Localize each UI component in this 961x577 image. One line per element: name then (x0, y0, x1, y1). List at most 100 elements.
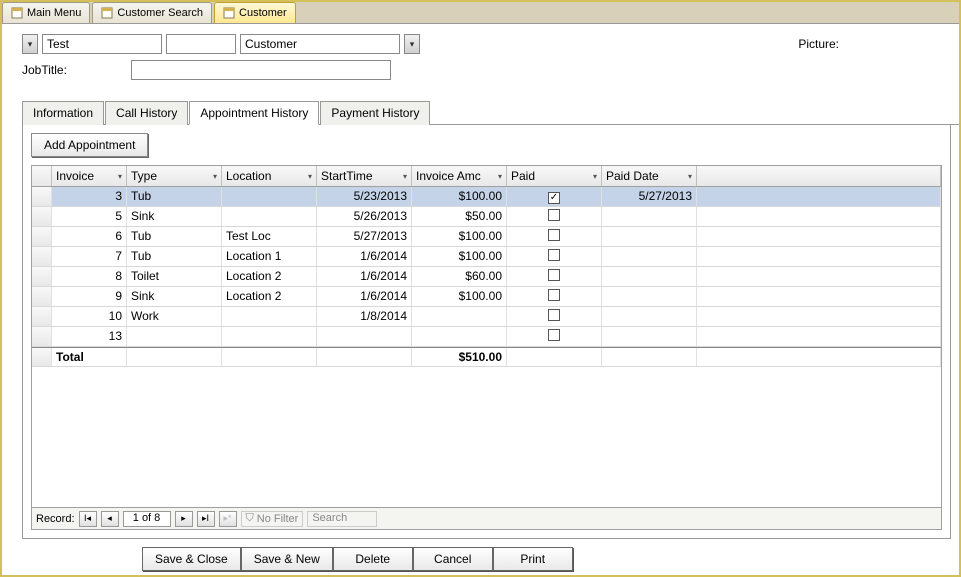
cell-location[interactable] (222, 187, 317, 206)
cell-location[interactable]: Test Loc (222, 227, 317, 246)
cell-paid-date[interactable]: 5/27/2013 (602, 187, 697, 206)
row-selector[interactable] (32, 267, 52, 286)
table-row[interactable]: 3Tub5/23/2013$100.00✓5/27/2013 (32, 187, 941, 207)
cell-type[interactable]: Sink (127, 207, 222, 226)
cell-location[interactable]: Location 2 (222, 287, 317, 306)
cell-starttime[interactable]: 5/26/2013 (317, 207, 412, 226)
cell-invoice[interactable]: 8 (52, 267, 127, 286)
paid-checkbox[interactable] (548, 229, 560, 241)
cell-location[interactable]: Location 1 (222, 247, 317, 266)
cell-paid-date[interactable] (602, 207, 697, 226)
suffix-dropdown[interactable] (404, 34, 420, 54)
cell-invoice[interactable]: 6 (52, 227, 127, 246)
cell-paid[interactable]: ✓ (507, 187, 602, 206)
nav-prev-button[interactable]: ◂ (101, 511, 119, 527)
cell-paid[interactable] (507, 247, 602, 266)
cell-paid[interactable] (507, 227, 602, 246)
cell-invoice-amt[interactable]: $100.00 (412, 287, 507, 306)
cell-invoice-amt[interactable]: $100.00 (412, 187, 507, 206)
cell-invoice-amt[interactable] (412, 307, 507, 326)
cell-invoice-amt[interactable]: $50.00 (412, 207, 507, 226)
nav-first-button[interactable]: I◂ (79, 511, 97, 527)
last-name-field[interactable]: Customer (240, 34, 400, 54)
col-header-invoice-amt[interactable]: Invoice Amc▾ (412, 166, 507, 186)
delete-button[interactable]: Delete (333, 547, 413, 571)
save-new-button[interactable]: Save & New (241, 547, 333, 571)
search-box[interactable]: Search (307, 511, 377, 527)
cell-type[interactable]: Toilet (127, 267, 222, 286)
paid-checkbox[interactable] (548, 249, 560, 261)
cell-invoice-amt[interactable] (412, 327, 507, 346)
first-name-field[interactable]: Test (42, 34, 162, 54)
tab-appointment-history[interactable]: Appointment History (189, 101, 319, 125)
nav-last-button[interactable]: ▸I (197, 511, 215, 527)
cell-invoice[interactable]: 9 (52, 287, 127, 306)
paid-checkbox[interactable] (548, 269, 560, 281)
table-row[interactable]: 5Sink 5/26/2013$50.00 (32, 207, 941, 227)
cell-invoice-amt[interactable]: $100.00 (412, 247, 507, 266)
col-header-invoice[interactable]: Invoice▾ (52, 166, 127, 186)
row-selector[interactable] (32, 327, 52, 346)
table-row[interactable]: 6TubTest Loc5/27/2013$100.00 (32, 227, 941, 247)
table-row[interactable]: 7TubLocation 11/6/2014$100.00 (32, 247, 941, 267)
cell-paid[interactable] (507, 267, 602, 286)
jobtitle-field[interactable] (131, 60, 391, 80)
tab-customer-search[interactable]: Customer Search (92, 2, 212, 23)
paid-checkbox[interactable]: ✓ (548, 192, 560, 204)
cell-paid-date[interactable] (602, 267, 697, 286)
row-selector[interactable] (32, 307, 52, 326)
nav-next-button[interactable]: ▸ (175, 511, 193, 527)
cell-paid[interactable] (507, 327, 602, 346)
cell-invoice[interactable]: 3 (52, 187, 127, 206)
cell-paid[interactable] (507, 287, 602, 306)
tab-payment-history[interactable]: Payment History (320, 101, 430, 125)
cell-paid-date[interactable] (602, 327, 697, 346)
cell-type[interactable]: Tub (127, 227, 222, 246)
row-selector[interactable] (32, 187, 52, 206)
cell-location[interactable] (222, 307, 317, 326)
tab-customer[interactable]: Customer (214, 2, 296, 23)
cell-type[interactable]: Sink (127, 287, 222, 306)
cell-type[interactable]: Work (127, 307, 222, 326)
cell-paid-date[interactable] (602, 247, 697, 266)
col-header-starttime[interactable]: StartTime▾ (317, 166, 412, 186)
paid-checkbox[interactable] (548, 309, 560, 321)
table-row[interactable]: 10Work 1/8/2014 (32, 307, 941, 327)
cell-starttime[interactable]: 1/8/2014 (317, 307, 412, 326)
cell-paid[interactable] (507, 307, 602, 326)
record-position[interactable]: 1 of 8 (123, 511, 171, 527)
paid-checkbox[interactable] (548, 289, 560, 301)
paid-checkbox[interactable] (548, 329, 560, 341)
cell-starttime[interactable]: 5/27/2013 (317, 227, 412, 246)
table-row[interactable]: 8ToiletLocation 21/6/2014$60.00 (32, 267, 941, 287)
cell-starttime[interactable]: 1/6/2014 (317, 267, 412, 286)
cell-paid-date[interactable] (602, 307, 697, 326)
cell-paid[interactable] (507, 207, 602, 226)
save-close-button[interactable]: Save & Close (142, 547, 241, 571)
nav-new-button[interactable]: ▸* (219, 511, 237, 527)
cell-paid-date[interactable] (602, 227, 697, 246)
print-button[interactable]: Print (493, 547, 573, 571)
row-selector[interactable] (32, 247, 52, 266)
cell-invoice[interactable]: 13 (52, 327, 127, 346)
cell-invoice-amt[interactable]: $60.00 (412, 267, 507, 286)
cell-invoice-amt[interactable]: $100.00 (412, 227, 507, 246)
add-appointment-button[interactable]: Add Appointment (31, 133, 148, 157)
cell-location[interactable] (222, 327, 317, 346)
cell-starttime[interactable]: 1/6/2014 (317, 287, 412, 306)
paid-checkbox[interactable] (548, 209, 560, 221)
cell-location[interactable] (222, 207, 317, 226)
cell-invoice[interactable]: 10 (52, 307, 127, 326)
col-header-location[interactable]: Location▾ (222, 166, 317, 186)
table-row[interactable]: 9SinkLocation 21/6/2014$100.00 (32, 287, 941, 307)
cell-starttime[interactable]: 1/6/2014 (317, 247, 412, 266)
row-selector[interactable] (32, 287, 52, 306)
col-header-paid-date[interactable]: Paid Date▾ (602, 166, 697, 186)
table-row[interactable]: 13 (32, 327, 941, 347)
cell-invoice[interactable]: 5 (52, 207, 127, 226)
row-selector-header[interactable] (32, 166, 52, 186)
col-header-paid[interactable]: Paid▾ (507, 166, 602, 186)
cell-type[interactable] (127, 327, 222, 346)
cell-paid-date[interactable] (602, 287, 697, 306)
tab-main-menu[interactable]: Main Menu (2, 2, 90, 23)
